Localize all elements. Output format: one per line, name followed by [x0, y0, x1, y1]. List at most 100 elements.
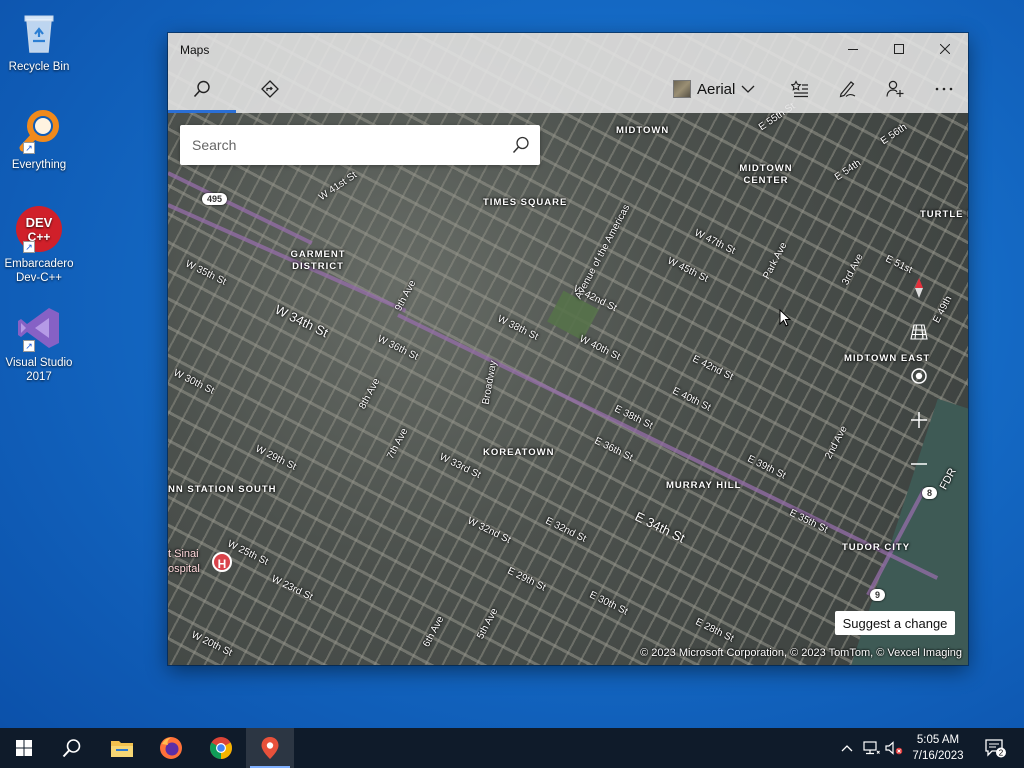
search-icon — [62, 739, 81, 758]
street-label: W 20th St — [189, 629, 234, 659]
street-label: E 30th St — [587, 589, 630, 618]
street-label: 2nd Ave — [823, 424, 850, 462]
street-label: 5th Ave — [475, 606, 501, 642]
taskbar-maps[interactable] — [246, 728, 294, 768]
maps-window: MIDTOWN TIMES SQUARE GARMENT DISTRICT MI… — [168, 33, 968, 665]
maps-toolbar: Aerial — [168, 65, 968, 113]
minimize-button[interactable] — [830, 33, 876, 65]
map-style-dropdown[interactable]: Aerial — [673, 65, 755, 113]
more-options-button[interactable] — [924, 65, 964, 113]
street-label: 8th Ave — [357, 376, 383, 412]
directions-icon — [261, 80, 279, 98]
district-label: NN STATION SOUTH — [168, 484, 277, 495]
clock-time: 5:05 AM — [916, 734, 960, 746]
svg-text:DEV: DEV — [26, 215, 53, 230]
network-button[interactable] — [861, 728, 881, 768]
favorites-button[interactable] — [780, 65, 820, 113]
shortcut-arrow-icon: ↗ — [23, 340, 35, 352]
title-bar[interactable]: Maps — [168, 33, 968, 65]
street-label: E 28th St — [693, 616, 736, 645]
street-label: W 34th St — [272, 301, 331, 341]
more-dots-icon — [935, 87, 953, 91]
highway-shield: 8 — [922, 487, 938, 499]
street-label: E 34th St — [632, 508, 688, 546]
street-label: W 32nd St — [465, 515, 513, 546]
desktop-icon-label: Embarcadero Dev-C++ — [4, 258, 74, 284]
everything-search-icon: ↗ — [15, 106, 63, 154]
street-label: 7th Ave — [385, 426, 411, 462]
search-tab-button[interactable] — [180, 65, 224, 113]
zoom-in-button[interactable] — [908, 409, 930, 431]
search-input[interactable] — [192, 137, 492, 153]
favorites-list-icon — [791, 80, 808, 98]
zoom-out-button[interactable] — [908, 453, 930, 475]
my-location-button[interactable] — [908, 365, 930, 387]
district-label: GARMENT DISTRICT — [290, 249, 346, 272]
taskbar-clock[interactable]: 5:05 AM 7/16/2023 — [905, 732, 971, 764]
tilt-3d-button[interactable] — [908, 321, 930, 343]
taskbar-firefox[interactable] — [147, 728, 195, 768]
street-label: W 47th St — [692, 227, 737, 257]
volume-button[interactable] — [884, 728, 904, 768]
street-label: Broadway — [480, 359, 500, 406]
notification-icon: 2 — [985, 739, 1006, 758]
account-button[interactable] — [875, 65, 915, 113]
search-box — [180, 125, 540, 165]
compass-icon — [915, 278, 923, 298]
taskbar-chrome[interactable] — [197, 728, 245, 768]
window-chrome: Maps Aerial — [168, 33, 968, 113]
windows-logo-icon — [16, 740, 32, 756]
active-tab-indicator — [168, 110, 236, 113]
devcpp-icon: DEV C++ ↗ — [15, 205, 63, 253]
street-label: W 23rd St — [269, 573, 315, 603]
maximize-button[interactable] — [876, 33, 922, 65]
directions-tab-button[interactable] — [248, 65, 292, 113]
desktop-icon-visual-studio[interactable]: ↗ Visual Studio 2017 — [4, 304, 74, 384]
pen-icon — [839, 81, 856, 98]
street-label: W 30th St — [171, 367, 216, 397]
street-label: W 40th St — [577, 333, 622, 363]
district-label: TURTLE B — [920, 209, 968, 220]
desktop-icon-devcpp[interactable]: DEV C++ ↗ Embarcadero Dev-C++ — [4, 205, 74, 285]
ink-button[interactable] — [827, 65, 867, 113]
street-label: W 36th St — [375, 333, 420, 363]
minimize-icon — [848, 49, 858, 50]
mouse-cursor-icon — [779, 309, 791, 327]
street-label: E 39th St — [745, 453, 788, 482]
taskbar-file-explorer[interactable] — [98, 728, 146, 768]
street-label: 6th Ave — [421, 614, 447, 650]
maximize-icon — [894, 44, 904, 54]
grid-3d-icon — [910, 324, 928, 340]
street-label: W 41st St — [316, 169, 360, 204]
start-button[interactable] — [0, 728, 48, 768]
district-label: MIDTOWN EAST — [844, 353, 931, 364]
district-label: TIMES SQUARE — [483, 197, 568, 208]
network-icon — [863, 741, 880, 755]
taskbar-search-button[interactable] — [48, 728, 96, 768]
desktop-icon-recycle-bin[interactable]: Recycle Bin — [4, 8, 74, 74]
hospital-marker-icon[interactable]: H — [212, 552, 232, 572]
search-icon[interactable] — [512, 136, 530, 154]
street-label: E 51st — [883, 253, 914, 276]
map-style-label: Aerial — [697, 80, 736, 98]
action-center-button[interactable]: 2 — [980, 728, 1010, 768]
maps-pin-icon — [261, 737, 279, 759]
suggest-change-button[interactable]: Suggest a change — [835, 611, 955, 635]
street-label: E 49th — [931, 294, 955, 326]
close-button[interactable] — [922, 33, 968, 65]
plus-icon — [911, 412, 927, 428]
street-label: W 45th St — [665, 255, 710, 285]
district-label: MURRAY HILL — [666, 480, 742, 491]
shortcut-arrow-icon: ↗ — [23, 142, 35, 154]
close-icon — [940, 44, 950, 54]
tray-overflow-button[interactable] — [838, 728, 856, 768]
firefox-icon — [160, 737, 182, 759]
district-label: KOREATOWN — [483, 447, 555, 458]
desktop-icon-everything[interactable]: ↗ Everything — [4, 106, 74, 172]
notification-count: 2 — [999, 749, 1004, 758]
street-label: E 32nd St — [543, 515, 588, 545]
clock-date: 7/16/2023 — [912, 750, 964, 762]
compass-button[interactable] — [908, 277, 930, 299]
highway-shield: 495 — [202, 193, 228, 205]
aerial-thumbnail-icon — [673, 80, 691, 98]
